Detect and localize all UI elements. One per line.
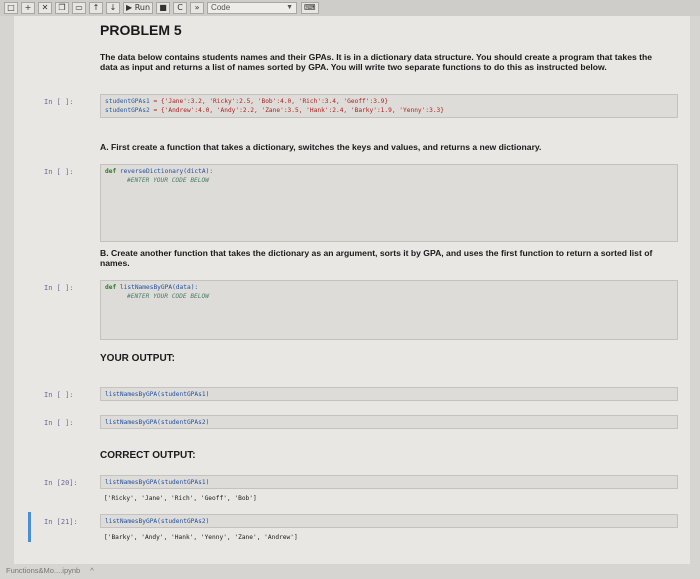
page-title: PROBLEM 5 bbox=[100, 22, 182, 38]
run-label: Run bbox=[134, 3, 151, 12]
add-cell-icon[interactable]: + bbox=[21, 2, 35, 14]
cell-type-select[interactable]: Code ▼ bbox=[207, 2, 298, 14]
copy-icon[interactable]: ❐ bbox=[55, 2, 69, 14]
cell-prompt: In [ ]: bbox=[44, 284, 74, 292]
code-signature: reverseDictionary(dictA): bbox=[119, 168, 214, 175]
code-value: = {'Jane':3.2, 'Ricky':2.5, 'Bob':4.0, '… bbox=[153, 98, 389, 105]
instruction-a: A. First create a function that takes a … bbox=[100, 142, 542, 152]
code-cell-your-output-1[interactable]: listNamesByGPA(studentGPAs1) bbox=[100, 387, 678, 401]
code-comment: #ENTER YOUR CODE BELOW bbox=[127, 177, 209, 184]
keyboard-icon[interactable]: ⌨ bbox=[301, 2, 319, 14]
code-call: listNamesByGPA(studentGPAs2) bbox=[105, 419, 210, 426]
code-var: studentGPAs1 bbox=[105, 98, 150, 105]
cut-icon[interactable]: ✕ bbox=[38, 2, 52, 14]
cell-prompt: In [ ]: bbox=[44, 98, 74, 106]
cell-prompt: In [ ]: bbox=[44, 168, 74, 176]
chevron-down-icon: ▼ bbox=[286, 4, 294, 11]
code-call: listNamesByGPA(studentGPAs2) bbox=[105, 518, 210, 525]
code-cell-list-names[interactable]: def listNamesByGPA(data): #ENTER YOUR CO… bbox=[100, 280, 678, 340]
code-keyword: def bbox=[105, 168, 117, 175]
problem-description: The data below contains students names a… bbox=[100, 52, 653, 72]
code-cell-correct-output-1[interactable]: listNamesByGPA(studentGPAs1) bbox=[100, 475, 678, 489]
status-bar: Functions&Mo....ipynb ^ bbox=[0, 566, 700, 579]
code-keyword: def bbox=[105, 284, 117, 291]
move-up-icon[interactable]: ↑ bbox=[89, 2, 103, 14]
correct-output-heading: CORRECT OUTPUT: bbox=[100, 450, 196, 461]
cell-prompt: In [21]: bbox=[44, 518, 78, 526]
code-cell-your-output-2[interactable]: listNamesByGPA(studentGPAs2) bbox=[100, 415, 678, 429]
code-value: = {'Andrew':4.0, 'Andy':2.2, 'Zane':3.5,… bbox=[153, 107, 445, 114]
code-comment: #ENTER YOUR CODE BELOW bbox=[127, 293, 209, 300]
save-icon[interactable]: □ bbox=[4, 2, 18, 14]
code-call: listNamesByGPA(studentGPAs1) bbox=[105, 391, 210, 398]
code-call: listNamesByGPA(studentGPAs1) bbox=[105, 479, 210, 486]
cell-type-value: Code bbox=[211, 3, 231, 12]
code-cell-data[interactable]: studentGPAs1 = {'Jane':3.2, 'Ricky':2.5,… bbox=[100, 94, 678, 118]
restart-icon[interactable]: C bbox=[173, 2, 188, 14]
paste-icon[interactable]: ▭ bbox=[72, 2, 86, 14]
notebook-toolbar: □ + ✕ ❐ ▭ ↑ ↓ ▶ Run ■ C » Code ▼ ⌨ bbox=[0, 0, 700, 16]
move-down-icon[interactable]: ↓ bbox=[106, 2, 120, 14]
code-var: studentGPAs2 bbox=[105, 107, 150, 114]
fast-forward-icon[interactable]: » bbox=[190, 2, 205, 14]
cell-prompt: In [ ]: bbox=[44, 419, 74, 427]
instruction-b: B. Create another function that takes th… bbox=[100, 248, 653, 268]
cell-output: ['Barky', 'Andy', 'Hank', 'Yenny', 'Zane… bbox=[104, 534, 298, 541]
notebook-page: PROBLEM 5 The data below contains studen… bbox=[14, 16, 690, 564]
run-button[interactable]: ▶ Run bbox=[123, 2, 154, 14]
cell-output: ['Ricky', 'Jane', 'Rich', 'Geoff', 'Bob'… bbox=[104, 495, 257, 502]
code-cell-reverse-dictionary[interactable]: def reverseDictionary(dictA): #ENTER YOU… bbox=[100, 164, 678, 242]
code-cell-correct-output-2[interactable]: listNamesByGPA(studentGPAs2) bbox=[100, 514, 678, 528]
notebook-filename[interactable]: Functions&Mo....ipynb bbox=[6, 566, 80, 575]
cell-prompt: In [20]: bbox=[44, 479, 78, 487]
code-signature: listNamesByGPA(data): bbox=[119, 284, 199, 291]
your-output-heading: YOUR OUTPUT: bbox=[100, 353, 175, 364]
cell-prompt: In [ ]: bbox=[44, 391, 74, 399]
stop-icon[interactable]: ■ bbox=[156, 2, 171, 14]
chevron-up-icon[interactable]: ^ bbox=[90, 566, 94, 575]
selected-cell-indicator bbox=[28, 512, 31, 542]
